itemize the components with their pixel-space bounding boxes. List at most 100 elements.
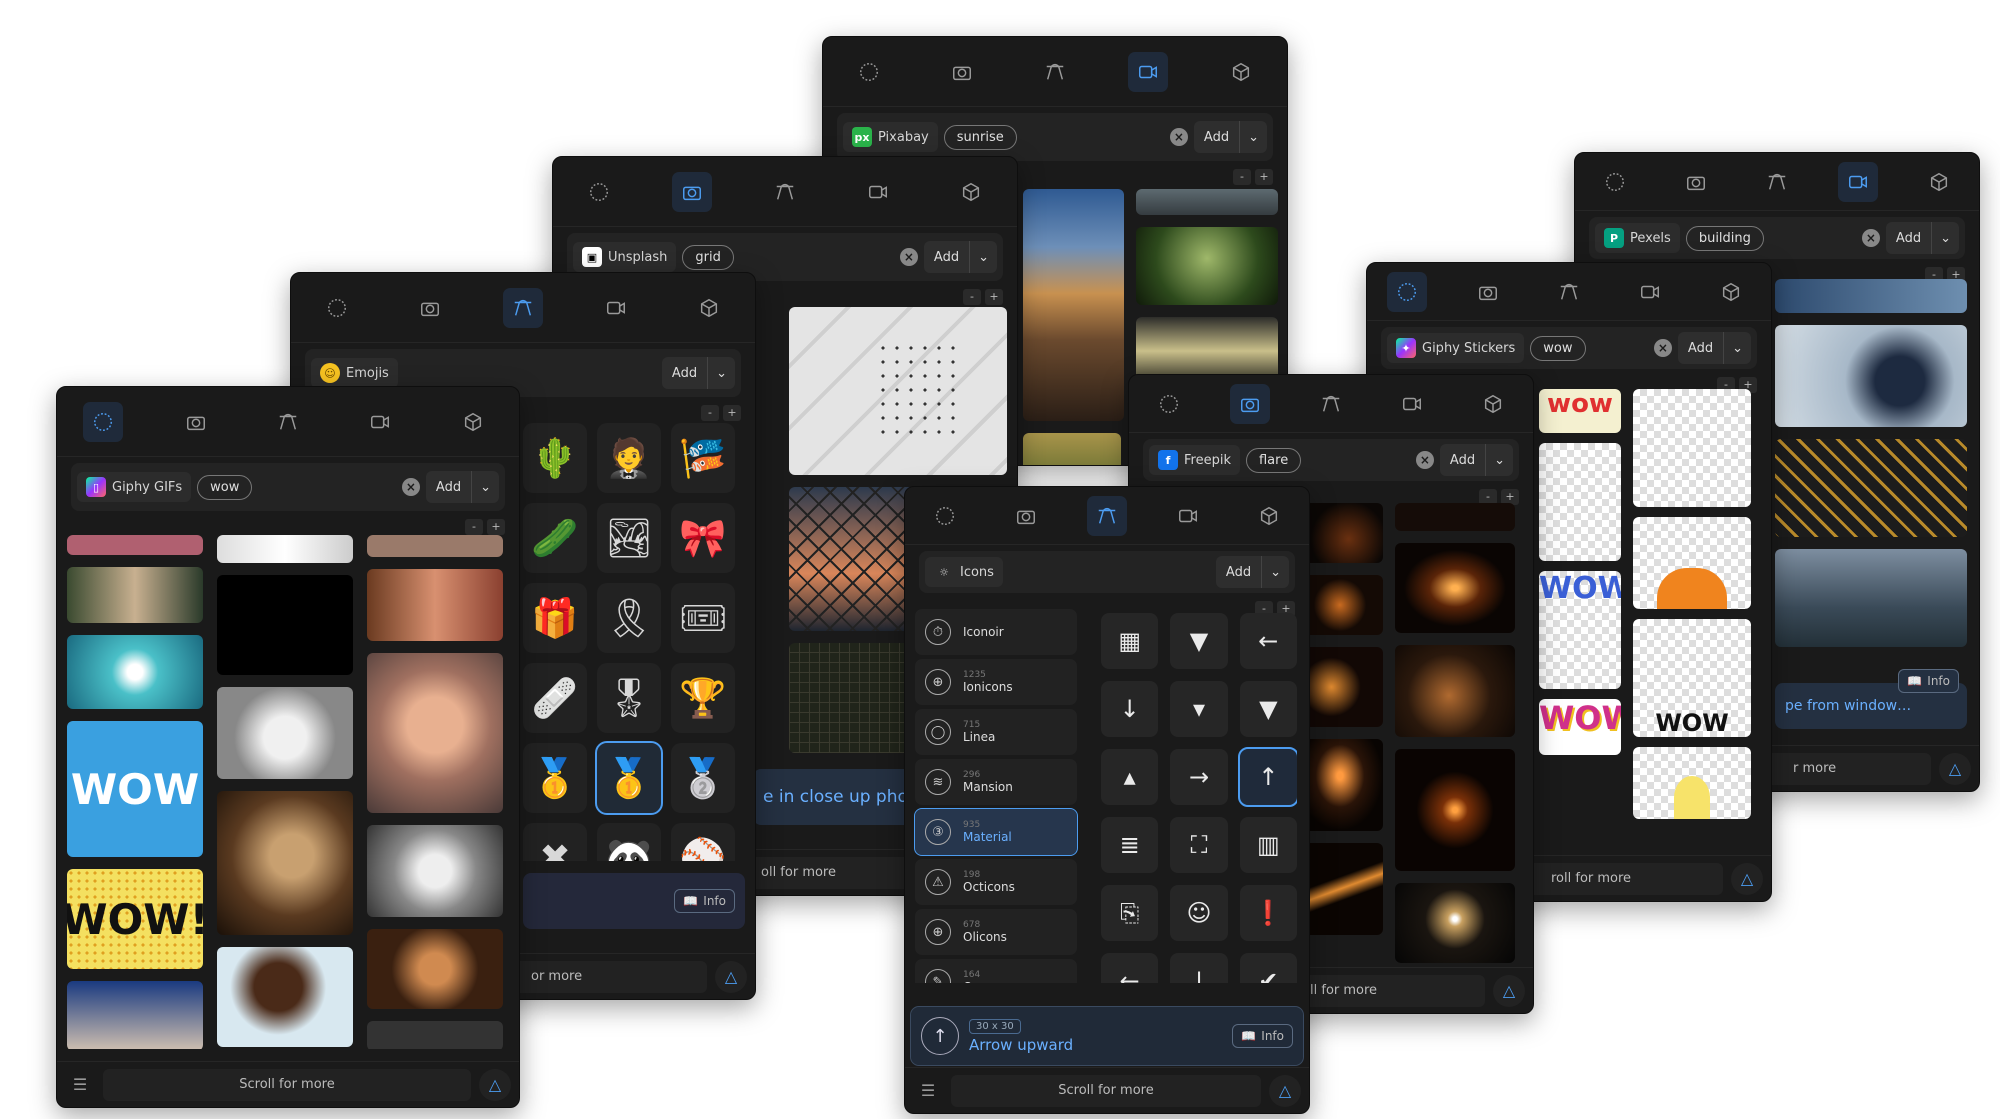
query-chip[interactable]: grid [682,244,734,270]
gif-thumb-4[interactable] [67,981,203,1049]
sticker-chick[interactable] [1633,747,1751,819]
add-button[interactable]: Add ⌄ [1193,121,1267,153]
upgrade-icon[interactable]: △ [1939,752,1971,785]
chevron-down-icon[interactable]: ⌄ [471,471,499,503]
emoji-cell[interactable]: 🎟 [671,583,735,653]
icon-cell[interactable]: ✔ [1239,953,1297,983]
zoom-in-button[interactable]: + [985,289,1003,305]
tab-3d[interactable] [951,172,991,212]
query-chip[interactable]: sunrise [943,124,1017,150]
gif-thumb-5[interactable] [217,535,353,563]
zoom-out-button[interactable]: - [701,405,719,421]
tab-3d[interactable] [1221,52,1261,92]
tab-vectors[interactable] [1549,272,1589,312]
gif-thumb-10[interactable] [367,1021,503,1049]
clear-icon[interactable]: × [1415,451,1434,469]
flare-thumb-7[interactable] [1395,543,1515,633]
tab-vectors[interactable] [268,402,308,442]
tab-videos[interactable] [1127,51,1168,92]
emoji-cell[interactable]: 🥇 [523,743,587,813]
icon-cell[interactable]: ↓ [1170,953,1228,983]
icon-cell[interactable]: ▼ [1170,613,1228,669]
sticker-man-orange[interactable] [1633,517,1751,609]
add-button[interactable]: Add ⌄ [1439,444,1513,476]
icon-cell[interactable]: ❗ [1239,885,1297,941]
zoom-out-button[interactable]: - [465,519,483,535]
tab-vectors[interactable] [1757,162,1797,202]
tab-photos[interactable] [1006,496,1046,536]
icon-set-item[interactable]: ✎ 164Openpeeps [915,959,1077,983]
tab-videos[interactable] [858,172,898,212]
upgrade-icon[interactable]: △ [715,960,747,993]
tab-photos[interactable] [942,52,982,92]
thumbnail-city-skyline[interactable] [1775,549,1967,647]
tab-gif[interactable] [317,288,357,328]
tab-photos[interactable] [1676,162,1716,202]
sticker-wow-rainbow[interactable]: WOW [1539,699,1621,755]
thumbnail-intersection[interactable] [1775,439,1967,537]
emoji-cell[interactable]: 🏆 [671,663,735,733]
tab-3d[interactable] [1249,496,1289,536]
source-selector[interactable]: P Pexels [1595,223,1680,253]
emoji-cell[interactable]: 🎏 [671,423,735,493]
gif-thumb-wow-comic[interactable]: WOW! [67,869,203,969]
gif-thumb-7[interactable] [367,569,503,641]
source-selector[interactable]: px Pixabay [843,122,938,152]
emoji-cell[interactable]: 🤵 [597,423,661,493]
source-selector[interactable]: ▯ Giphy GIFs [77,472,192,502]
source-selector[interactable]: ☺ Emojis [311,358,398,388]
zoom-out-button[interactable]: - [1233,169,1251,185]
icon-set-item[interactable]: ⏱ Iconoir [915,609,1077,655]
flare-thumb-8[interactable] [1395,645,1515,737]
sticker-wow-2[interactable]: WOW [1539,571,1621,689]
tab-vectors[interactable] [502,287,543,328]
source-selector[interactable]: ☼ Icons [925,557,1003,587]
tab-photos[interactable] [1230,383,1271,424]
tab-3d[interactable] [1919,162,1959,202]
source-selector[interactable]: ✦ Giphy Stickers [1387,333,1525,363]
tab-videos[interactable] [1837,161,1878,202]
clear-icon[interactable]: × [401,478,420,496]
thumbnail-forest[interactable] [1136,227,1278,305]
tab-gif[interactable] [1149,384,1189,424]
emoji-cell[interactable]: 🥒 [523,503,587,573]
zoom-in-button[interactable]: + [723,405,741,421]
flare-thumb-6[interactable] [1395,503,1515,531]
icon-cell[interactable]: ← [1239,613,1297,669]
emoji-cell[interactable]: 🎗 [597,583,661,653]
icon-cell[interactable]: ☺ [1170,885,1228,941]
chevron-down-icon[interactable]: ⌄ [1931,222,1959,254]
gif-thumb-laugh[interactable] [217,947,353,1047]
query-chip[interactable]: wow [197,474,253,500]
flare-thumb-9[interactable] [1395,749,1515,871]
tab-videos[interactable] [1630,272,1670,312]
icon-set-item[interactable]: ≋ 296 Mansion [915,759,1077,805]
add-button[interactable]: Add ⌄ [1677,332,1751,364]
gif-thumb-cat[interactable] [367,825,503,917]
chevron-down-icon[interactable]: ⌄ [1261,556,1289,588]
gif-thumb-owl[interactable] [217,687,353,779]
icon-cell[interactable]: ≣ [1101,817,1159,873]
tab-gif[interactable] [83,401,124,442]
settings-sliders-icon[interactable]: ☰ [913,1076,943,1106]
sticker-woman-wow[interactable]: WOW [1633,619,1751,737]
upgrade-icon[interactable]: △ [479,1068,511,1101]
upgrade-icon[interactable]: △ [1493,974,1525,1007]
thumbnail-building[interactable] [1775,279,1967,313]
emoji-cell[interactable]: ⚾ [671,823,735,861]
add-button[interactable]: Add ⌄ [923,241,997,273]
icon-cell[interactable]: ⎘ [1101,885,1159,941]
tab-photos[interactable] [410,288,450,328]
icon-set-item[interactable]: ⊕ 678 Olicons [915,909,1077,955]
emoji-cell[interactable]: 🐼 [597,823,661,861]
settings-sliders-icon[interactable]: ☰ [65,1070,95,1100]
clear-icon[interactable]: × [1169,128,1188,146]
tab-gif[interactable] [849,52,889,92]
tab-gif[interactable] [925,496,965,536]
icon-cell[interactable]: ▴ [1101,749,1159,805]
tab-videos[interactable] [1392,384,1432,424]
sticker-wow-1[interactable]: wow [1539,389,1621,433]
gif-thumb-pug[interactable] [217,791,353,935]
emoji-cell[interactable]: 🥈 [671,743,735,813]
emoji-cell[interactable]: 🎀 [671,503,735,573]
